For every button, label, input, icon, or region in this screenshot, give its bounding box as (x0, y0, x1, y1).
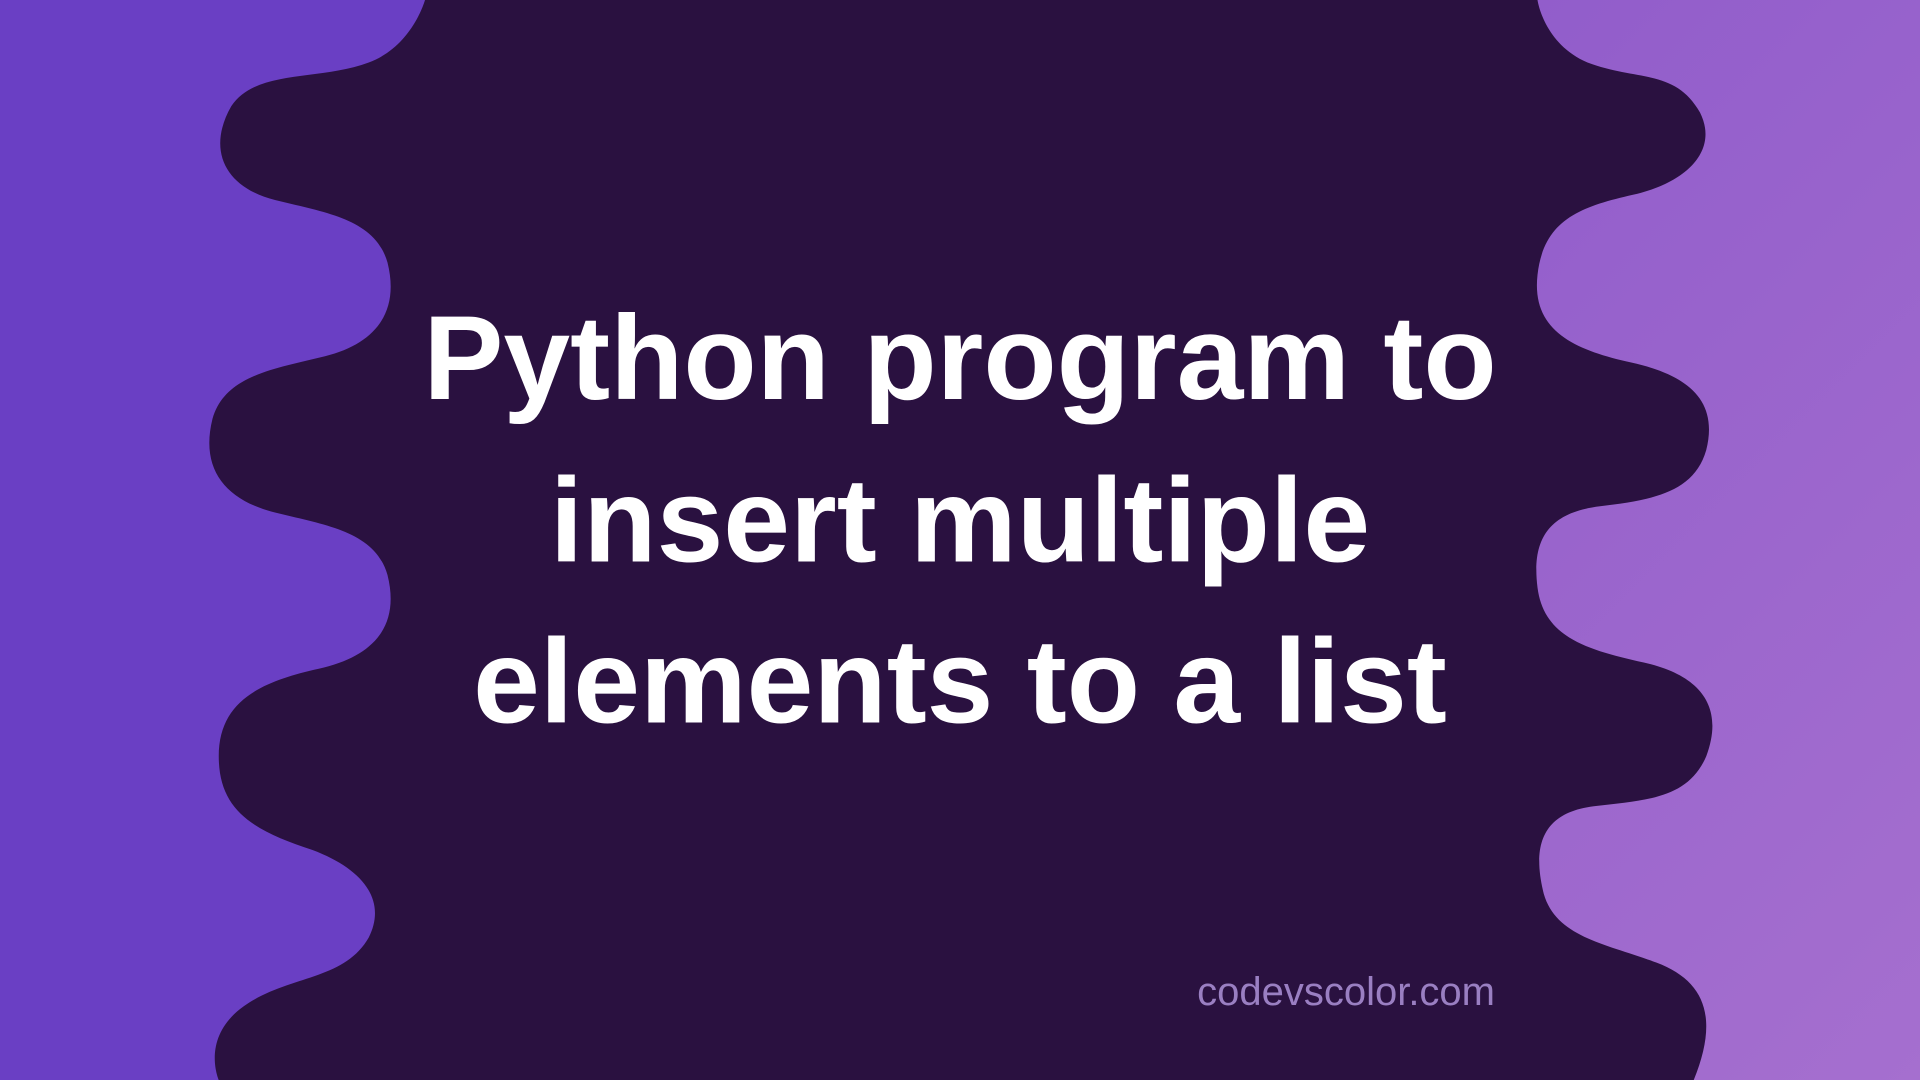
banner-graphic: Python program to insert multiple elemen… (0, 0, 1920, 1080)
banner-title: Python program to insert multiple elemen… (385, 278, 1535, 764)
banner-footer-credit: codevscolor.com (1197, 969, 1495, 1015)
